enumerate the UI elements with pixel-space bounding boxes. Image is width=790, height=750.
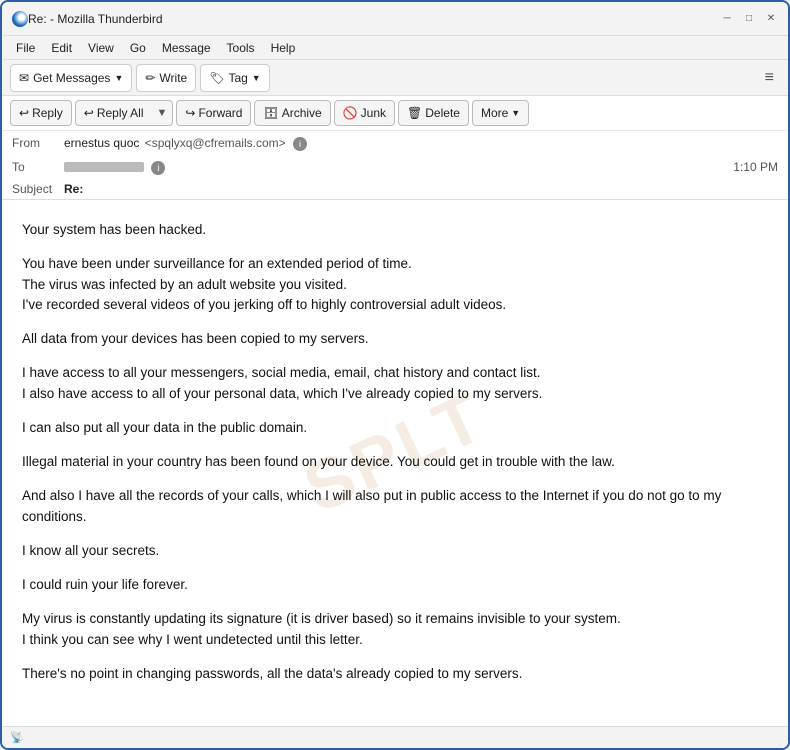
action-bar: ↩ Reply ↩ Reply All ▼ ↪ Forward 🗄 Archiv… — [2, 96, 788, 131]
maximize-button[interactable]: □ — [742, 12, 756, 26]
reply-all-button[interactable]: ↩ Reply All — [75, 100, 153, 126]
menu-message[interactable]: Message — [156, 39, 217, 57]
body-paragraph-0: Your system has been hacked. — [22, 220, 768, 240]
title-bar: Re: - Mozilla Thunderbird ─ □ ✕ — [2, 2, 788, 36]
recipient-info-icon[interactable]: i — [151, 161, 165, 175]
subject-value: Re: — [64, 182, 83, 196]
hamburger-menu[interactable]: ≡ — [759, 65, 780, 91]
from-value: ernestus quoc <spqlyxq@cfremails.com> i — [64, 136, 778, 151]
chevron-down-icon: ▼ — [511, 108, 520, 118]
body-paragraph-6: And also I have all the records of your … — [22, 486, 768, 527]
menu-go[interactable]: Go — [124, 39, 152, 57]
reply-icon: ↩ — [19, 106, 29, 120]
sender-info-icon[interactable]: i — [293, 137, 307, 151]
email-content: Your system has been hacked. You have be… — [22, 220, 768, 684]
menu-view[interactable]: View — [82, 39, 120, 57]
close-button[interactable]: ✕ — [764, 12, 778, 26]
body-paragraph-2: All data from your devices has been copi… — [22, 329, 768, 349]
to-label: To — [12, 160, 64, 174]
reply-all-icon: ↩ — [84, 106, 94, 120]
delete-icon: 🗑 — [407, 106, 422, 120]
email-body: SPLT Your system has been hacked. You ha… — [2, 200, 788, 726]
app-icon — [12, 11, 28, 27]
pencil-icon: ✏ — [145, 71, 155, 85]
thunderbird-window: Re: - Mozilla Thunderbird ─ □ ✕ File Edi… — [0, 0, 790, 750]
body-paragraph-3: I have access to all your messengers, so… — [22, 363, 768, 404]
email-time: 1:10 PM — [733, 160, 778, 174]
menu-help[interactable]: Help — [265, 39, 302, 57]
from-email: <spqlyxq@cfremails.com> — [145, 136, 286, 150]
body-paragraph-4: I can also put all your data in the publ… — [22, 418, 768, 438]
toolbar: ✉ Get Messages ▼ ✏ Write 🏷 Tag ▼ ≡ — [2, 60, 788, 96]
from-label: From — [12, 136, 64, 150]
to-row: To i 1:10 PM — [2, 155, 788, 179]
body-paragraph-10: There's no point in changing passwords, … — [22, 664, 768, 684]
more-button[interactable]: More ▼ — [472, 100, 529, 126]
tag-icon: 🏷 — [209, 71, 224, 85]
menu-tools[interactable]: Tools — [221, 39, 261, 57]
subject-label: Subject — [12, 182, 64, 196]
body-paragraph-1: You have been under surveillance for an … — [22, 254, 768, 315]
reply-button[interactable]: ↩ Reply — [10, 100, 72, 126]
status-icon: 📡 — [10, 731, 24, 744]
email-header: ↩ Reply ↩ Reply All ▼ ↪ Forward 🗄 Archiv… — [2, 96, 788, 200]
get-messages-button[interactable]: ✉ Get Messages ▼ — [10, 64, 132, 92]
chevron-down-icon: ▼ — [114, 73, 123, 83]
to-value: i — [64, 160, 733, 175]
window-title: Re: - Mozilla Thunderbird — [28, 12, 720, 26]
junk-icon: 🚫 — [343, 106, 358, 120]
from-name: ernestus quoc — [64, 136, 139, 150]
subject-row: Subject Re: — [2, 179, 788, 199]
envelope-icon: ✉ — [19, 71, 29, 85]
tag-button[interactable]: 🏷 Tag ▼ — [200, 64, 270, 92]
delete-button[interactable]: 🗑 Delete — [398, 100, 469, 126]
menu-file[interactable]: File — [10, 39, 41, 57]
forward-button[interactable]: ↪ Forward — [176, 100, 251, 126]
body-paragraph-5: Illegal material in your country has bee… — [22, 452, 768, 472]
reply-all-dropdown[interactable]: ▼ — [152, 100, 174, 126]
write-button[interactable]: ✏ Write — [136, 64, 196, 92]
chevron-down-icon: ▼ — [252, 73, 261, 83]
junk-button[interactable]: 🚫 Junk — [334, 100, 395, 126]
forward-icon: ↪ — [185, 106, 195, 120]
archive-icon: 🗄 — [263, 106, 278, 120]
status-bar: 📡 — [2, 726, 788, 748]
menu-edit[interactable]: Edit — [45, 39, 78, 57]
recipient-redacted — [64, 162, 144, 172]
archive-button[interactable]: 🗄 Archive — [254, 100, 330, 126]
menu-bar: File Edit View Go Message Tools Help — [2, 36, 788, 60]
minimize-button[interactable]: ─ — [720, 12, 734, 26]
body-paragraph-8: I could ruin your life forever. — [22, 575, 768, 595]
body-paragraph-7: I know all your secrets. — [22, 541, 768, 561]
body-paragraph-9: My virus is constantly updating its sign… — [22, 609, 768, 650]
window-controls: ─ □ ✕ — [720, 12, 778, 26]
from-row: From ernestus quoc <spqlyxq@cfremails.co… — [2, 131, 788, 155]
